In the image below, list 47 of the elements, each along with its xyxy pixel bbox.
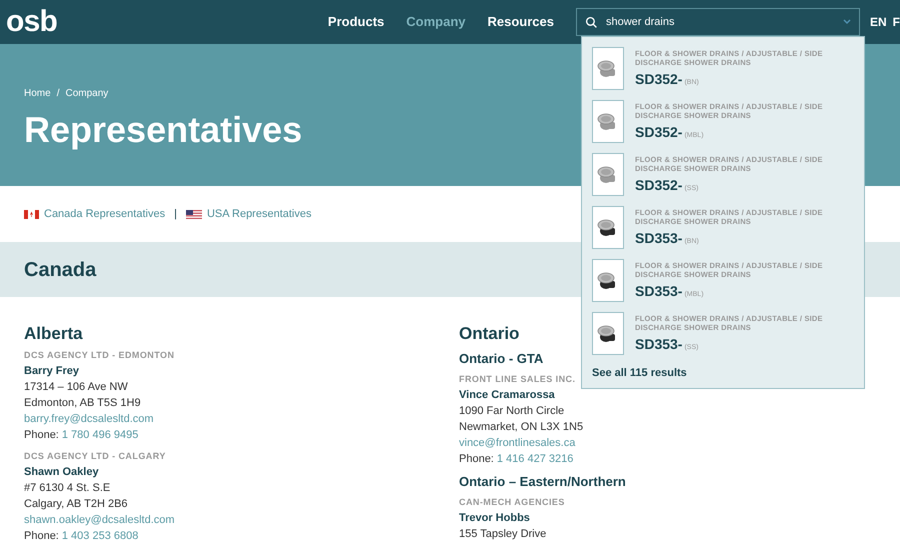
language-link[interactable]: EN [870,13,887,31]
phone-label: Phone: [459,452,494,467]
agency-name: CAN-MECH AGENCIES [459,496,565,509]
chevron-down-icon [842,19,851,25]
address-line: #7 6130 4 St. S.E [24,481,110,496]
address-line: Edmonton, AB T5S 1H9 [24,396,141,411]
nav-link[interactable]: Company [406,12,466,32]
contact-name: Shawn Oakley [24,465,99,480]
contact-name: Trevor Hobbs [459,511,530,526]
phone-label: Phone: [24,529,59,544]
logo[interactable]: osb [6,7,58,37]
country-link[interactable]: USA Representatives [206,206,312,222]
address-line: Newmarket, ON L3X 1N5 [459,420,584,435]
search-icon [584,16,598,28]
address-line: 17314 – 106 Ave NW [24,380,128,395]
page-title: Representatives [24,108,302,152]
search-field[interactable]: shower drains [576,8,860,36]
usa-flag-icon [186,210,202,218]
canada-flag-icon [24,210,39,218]
separator: | [174,206,177,222]
result-code: SD353- [635,282,682,301]
result-code: SD352- [635,123,682,142]
agency-name: DCS AGENCY LTD - CALGARY [24,450,166,463]
country-link[interactable]: Canada Representatives [44,206,166,222]
region-heading: Ontario [459,323,520,345]
subregion-heading: Ontario - GTA [459,350,544,368]
result-code: SD352- [635,176,682,195]
contact-name: Vince Cramarossa [459,388,555,403]
nav-link[interactable]: Resources [488,12,554,32]
section-title: Canada [24,258,96,282]
result-code: SD352- [635,70,682,89]
address-line: Calgary, AB T2H 2B6 [24,497,128,512]
nav-link[interactable]: Products [328,12,384,32]
language-link[interactable]: F [892,13,900,31]
subregion-heading: Ontario – Eastern/Northern [459,473,626,491]
see-all-link[interactable]: See all 115 results [592,365,687,382]
agency-name: FRONT LINE SALES INC. [459,373,576,386]
address-line: 155 Tapsley Drive [459,527,546,542]
contact-name: Barry Frey [24,364,80,379]
region-heading: Alberta [24,323,83,345]
phone-label: Phone: [24,428,59,443]
result-code: SD353- [635,335,682,354]
address-line: 1090 Far North Circle [459,404,564,419]
agency-name: DCS AGENCY LTD - EDMONTON [24,349,174,362]
search-value: shower drains [606,14,676,30]
result-code: SD353- [635,229,682,248]
breadcrumb-item: / [56,87,60,101]
